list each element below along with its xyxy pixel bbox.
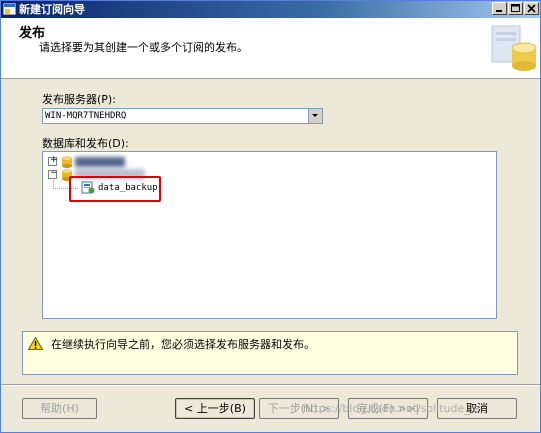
publisher-label: 发布服务器(P): xyxy=(42,93,116,106)
separator xyxy=(1,384,540,386)
highlight-annotation xyxy=(69,176,161,202)
watermark: https://blog.csdn.net/solitude_la xyxy=(303,402,480,415)
app-icon xyxy=(3,3,16,15)
maximize-icon xyxy=(511,4,520,12)
wizard-header: 发布 请选择要为其创建一个或多个订阅的发布。 xyxy=(1,18,540,79)
minimize-button[interactable] xyxy=(492,2,507,15)
redacted-text xyxy=(75,157,125,167)
warning-text: 在继续执行向导之前，您必须选择发布服务器和发布。 xyxy=(51,338,315,351)
help-button[interactable]: 帮助(H) xyxy=(22,398,97,419)
database-icon xyxy=(62,156,72,168)
publisher-value: WIN-MQR7TNEHDRQ xyxy=(45,111,127,121)
window-title: 新建订阅向导 xyxy=(19,3,85,16)
page-subtitle: 请选择要为其创建一个或多个订阅的发布。 xyxy=(39,41,248,54)
header-graphic-icon xyxy=(491,25,537,71)
wizard-window: 新建订阅向导 发布 请选择要为其创建一个或多个订阅的发布。 发布服务器(P): … xyxy=(0,0,541,433)
tree-item-database-1[interactable]: + xyxy=(48,155,248,169)
title-bar[interactable]: 新建订阅向导 xyxy=(1,1,540,18)
close-icon xyxy=(527,4,536,13)
close-button[interactable] xyxy=(524,2,539,15)
dropdown-button[interactable] xyxy=(308,109,322,123)
back-button[interactable]: < 上一步(B) xyxy=(175,398,255,419)
publisher-combo[interactable]: WIN-MQR7TNEHDRQ xyxy=(42,108,323,124)
tree-label: 数据库和发布(D): xyxy=(42,137,129,150)
chevron-down-icon xyxy=(312,114,318,117)
expand-button[interactable]: + xyxy=(48,156,58,166)
maximize-button[interactable] xyxy=(508,2,523,15)
minimize-icon xyxy=(496,10,502,12)
warning-panel: 在继续执行向导之前，您必须选择发布服务器和发布。 xyxy=(22,331,518,375)
warning-icon xyxy=(28,337,43,350)
